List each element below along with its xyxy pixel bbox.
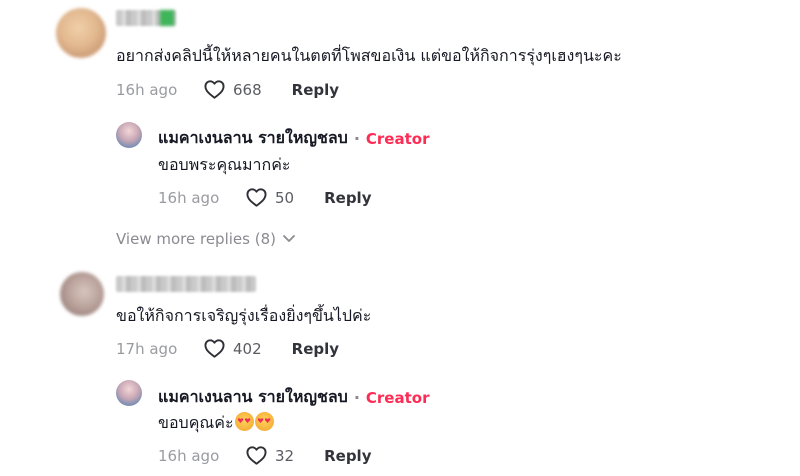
comment-meta: 16h ago 668 Reply (116, 80, 339, 99)
creator-badge: Creator (365, 129, 430, 148)
heart-eyes-emoji (234, 412, 254, 431)
reply-like-count: 50 (275, 188, 295, 207)
heart-icon (246, 446, 267, 465)
reply-meta: 16h ago 32 Reply (158, 446, 371, 465)
reply-button[interactable]: Reply (324, 447, 371, 465)
comment-meta: 17h ago 402 Reply (116, 339, 339, 358)
reply-like-button[interactable]: 50 (246, 188, 294, 207)
creator-avatar[interactable] (116, 380, 142, 406)
view-more-replies[interactable]: View more replies (8) (116, 230, 296, 248)
reply-author-name[interactable]: แมคาเงนลาน รายใหญชลบ (158, 126, 348, 151)
view-more-label: View more replies (8) (116, 230, 276, 248)
reply-button[interactable]: Reply (292, 340, 339, 358)
username-blurred[interactable] (116, 276, 256, 292)
comment-text: อยากส่งคลิปนี้ให้หลายคนในตตที่โพสขอเงิน … (116, 46, 622, 65)
separator-dot: · (353, 388, 360, 407)
reply-text: ขอบคุณค่ะ (158, 413, 234, 432)
like-count: 668 (233, 80, 262, 99)
like-button[interactable]: 668 (204, 80, 262, 99)
reply-like-count: 32 (275, 446, 295, 465)
reply-like-button[interactable]: 32 (246, 446, 294, 465)
heart-icon (204, 80, 225, 99)
heart-eyes-emoji (254, 412, 274, 431)
avatar[interactable] (60, 272, 104, 316)
reply-timestamp: 16h ago (158, 446, 220, 465)
like-count: 402 (233, 339, 262, 358)
username-blurred[interactable] (116, 10, 176, 26)
avatar[interactable] (56, 8, 106, 58)
reply-text: ขอบพระคุณมากค่ะ (158, 155, 291, 174)
like-button[interactable]: 402 (204, 339, 262, 358)
reply-button[interactable]: Reply (292, 81, 339, 99)
comment-timestamp: 17h ago (116, 339, 178, 358)
reply-author-name[interactable]: แมคาเงนลาน รายใหญชลบ (158, 385, 348, 410)
chevron-down-icon (283, 235, 295, 242)
heart-icon (204, 339, 225, 358)
reply-meta: 16h ago 50 Reply (158, 188, 371, 207)
creator-avatar[interactable] (116, 122, 142, 148)
reply-button[interactable]: Reply (324, 189, 371, 207)
reply-text-line: ขอบคุณค่ะ (158, 412, 274, 434)
reply-author-line: แมคาเงนลาน รายใหญชลบ · Creator (158, 385, 429, 410)
heart-icon (246, 188, 267, 207)
reply-author-line: แมคาเงนลาน รายใหญชลบ · Creator (158, 126, 429, 151)
comment-timestamp: 16h ago (116, 80, 178, 99)
separator-dot: · (353, 129, 360, 148)
comment-text: ขอให้กิจการเจริญรุ่งเรื่องยิ่งๆขึ้นไปค่ะ (116, 306, 372, 325)
reply-timestamp: 16h ago (158, 188, 220, 207)
creator-badge: Creator (365, 388, 430, 407)
